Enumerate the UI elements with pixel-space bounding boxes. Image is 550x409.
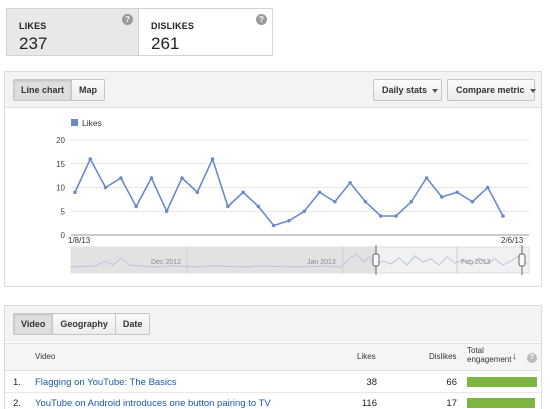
y-tick-label: 20 (56, 136, 65, 145)
metric-value: 261 (151, 34, 180, 53)
legend-swatch (71, 119, 78, 126)
data-point[interactable] (348, 180, 352, 185)
data-point[interactable] (485, 185, 490, 190)
range-handle-right[interactable] (518, 253, 526, 267)
dislikes-value: 66 (446, 377, 457, 388)
data-point[interactable] (409, 199, 414, 204)
x-end-label: 2/6/13 (501, 236, 524, 245)
engagement-bar (467, 398, 535, 408)
table-toolbar: Video Geography Date (5, 306, 541, 342)
metric-card-likes[interactable]: LIKES 237 ? (7, 9, 139, 55)
likes-series-line (74, 156, 504, 227)
data-point[interactable] (134, 204, 138, 209)
dislikes-value: 17 (446, 398, 457, 409)
help-icon[interactable]: ? (256, 14, 267, 25)
data-point[interactable] (302, 209, 307, 214)
y-tick-label: 10 (56, 184, 65, 193)
likes-series-points (73, 157, 505, 228)
data-point[interactable] (271, 223, 276, 228)
data-point[interactable] (88, 157, 93, 161)
daily-stats-label: Daily stats (382, 85, 428, 95)
navigator-label-dec: Dec 2012 (151, 259, 181, 266)
tab-date[interactable]: Date (114, 314, 150, 334)
metric-card-dislikes[interactable]: DISLIKES 261 ? (139, 9, 272, 55)
tab-geography[interactable]: Geography (52, 314, 115, 334)
help-icon[interactable]: ? (527, 353, 537, 363)
sort-down-icon[interactable]: ↓ (512, 351, 517, 362)
data-point[interactable] (424, 176, 429, 180)
data-point[interactable] (180, 176, 184, 180)
data-point[interactable] (287, 218, 291, 223)
data-point[interactable] (164, 209, 169, 214)
data-point[interactable] (440, 195, 444, 199)
chart-toolbar: Line chart Map Daily stats Compare metri… (5, 72, 541, 108)
data-point[interactable] (317, 190, 322, 195)
help-icon[interactable]: ? (122, 14, 133, 25)
compare-metric-label: Compare metric (456, 85, 525, 95)
range-navigator[interactable]: Dec 2012 Jan 2013 Feb 2013 (70, 245, 530, 275)
view-toggle: Line chart Map (13, 79, 106, 101)
range-handle-left[interactable] (372, 253, 380, 267)
legend-label: Likes (82, 118, 102, 128)
table-panel: Video Geography Date Video Likes Dislike… (4, 305, 542, 409)
chart-panel: Line chart Map Daily stats Compare metri… (4, 71, 542, 287)
data-point[interactable] (256, 204, 261, 209)
data-point[interactable] (149, 176, 154, 180)
data-point[interactable] (470, 199, 475, 204)
daily-stats-dropdown[interactable]: Daily stats (373, 79, 442, 101)
likes-value: 116 (361, 398, 377, 409)
header-video[interactable]: Video (35, 352, 55, 361)
metric-label: DISLIKES (151, 21, 195, 31)
video-title-link[interactable]: YouTube on Android introduces one button… (35, 398, 271, 409)
video-title-link[interactable]: Flagging on YouTube: The Basics (35, 377, 177, 388)
engagement-bar (467, 377, 537, 387)
row-rank: 2. (13, 398, 21, 409)
header-dislikes[interactable]: Dislikes (429, 352, 457, 361)
likes-value: 38 (366, 377, 377, 388)
chart-grid (71, 139, 529, 236)
compare-metric-dropdown[interactable]: Compare metric (447, 79, 536, 101)
data-point[interactable] (119, 176, 123, 180)
data-point[interactable] (333, 199, 337, 204)
y-tick-label: 15 (56, 160, 65, 169)
chevron-down-icon (529, 88, 536, 93)
data-point[interactable] (210, 157, 215, 161)
table-row[interactable]: 2. YouTube on Android introduces one but… (5, 393, 541, 409)
line-chart-tab[interactable]: Line chart (14, 80, 72, 100)
row-rank: 1. (13, 377, 21, 388)
header-total-engagement[interactable]: Total engagement (467, 346, 511, 364)
data-point[interactable] (501, 214, 505, 218)
data-point[interactable] (455, 190, 459, 195)
header-likes[interactable]: Likes (357, 352, 376, 361)
x-start-label: 1/8/13 (68, 236, 91, 245)
tab-video[interactable]: Video (14, 314, 53, 334)
table-row[interactable]: 1. Flagging on YouTube: The Basics 38 66 (5, 372, 541, 393)
dimension-tabs: Video Geography Date (13, 313, 151, 335)
data-point[interactable] (363, 199, 368, 204)
metric-label: LIKES (19, 21, 47, 31)
metric-value: 237 (19, 34, 48, 53)
navigator-label-jan: Jan 2013 (307, 259, 336, 266)
metric-cards: LIKES 237 ? DISLIKES 261 ? (6, 8, 273, 56)
data-point[interactable] (226, 204, 230, 209)
y-tick-label: 0 (61, 231, 66, 240)
data-point[interactable] (103, 185, 108, 190)
data-point[interactable] (73, 190, 77, 195)
data-point[interactable] (241, 190, 245, 195)
data-point[interactable] (195, 190, 200, 195)
likes-line-chart: 0 5 10 15 20 Likes 1/8/13 2/6/13 Dec 2012 Ja… (56, 118, 530, 275)
y-axis-ticks: 0 5 10 15 20 (56, 136, 65, 240)
navigator-label-feb: Feb 2013 (461, 259, 491, 266)
map-tab[interactable]: Map (71, 80, 105, 100)
y-tick-label: 5 (61, 207, 66, 216)
chevron-down-icon (432, 88, 439, 93)
data-point[interactable] (394, 214, 398, 218)
data-point[interactable] (378, 214, 383, 218)
table-header: Video Likes Dislikes Total engagement ↓ … (5, 343, 541, 371)
